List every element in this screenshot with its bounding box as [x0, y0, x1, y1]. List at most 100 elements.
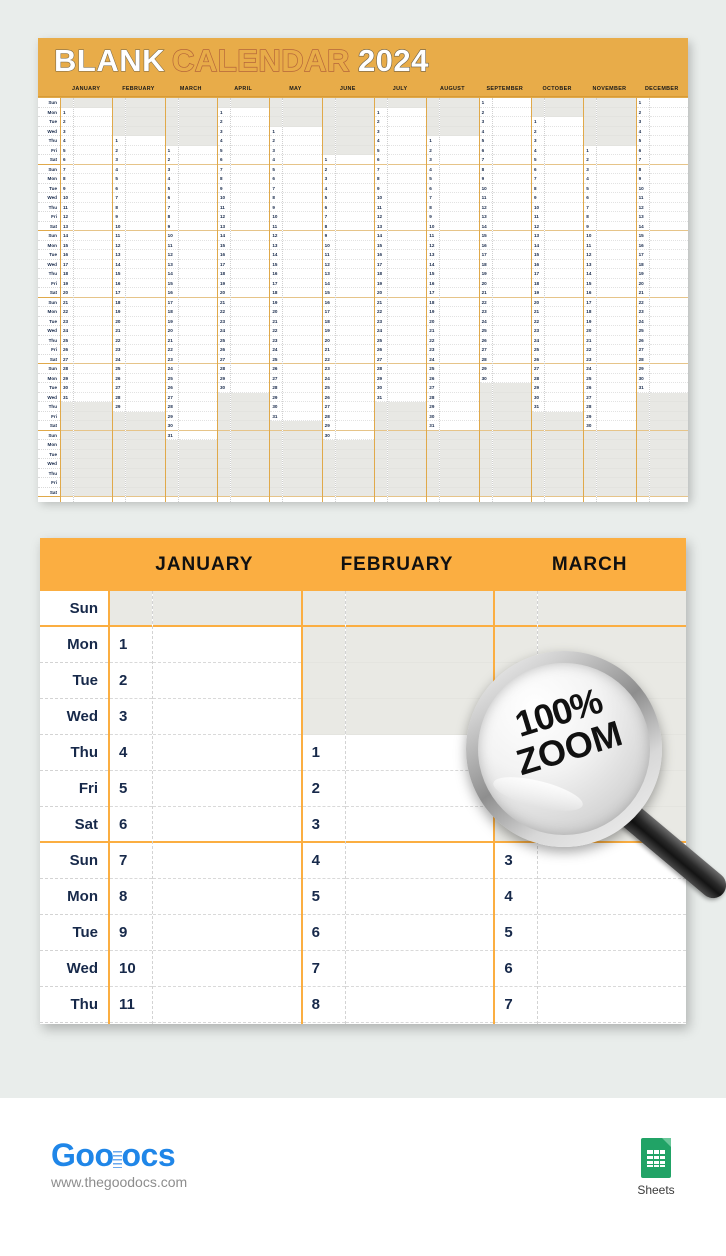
note-cell[interactable] [492, 212, 531, 222]
note-cell[interactable] [283, 174, 322, 184]
note-cell[interactable] [544, 307, 584, 317]
note-cell[interactable] [283, 155, 322, 165]
note-cell[interactable] [178, 165, 217, 174]
note-cell[interactable] [230, 193, 270, 203]
note-cell[interactable] [440, 355, 479, 364]
note-cell[interactable] [597, 317, 636, 326]
note-cell[interactable] [178, 412, 217, 421]
zoom-note-cell[interactable] [538, 843, 687, 879]
note-cell[interactable] [230, 269, 270, 279]
note-cell[interactable] [283, 250, 322, 260]
note-column[interactable] [492, 98, 531, 502]
note-cell[interactable] [230, 307, 270, 317]
note-cell[interactable] [440, 298, 479, 307]
note-cell[interactable] [230, 250, 270, 260]
note-cell[interactable] [544, 317, 584, 326]
note-column[interactable] [283, 98, 322, 502]
note-cell[interactable] [126, 355, 165, 364]
note-cell[interactable] [440, 269, 479, 279]
note-cell[interactable] [649, 250, 688, 260]
note-cell[interactable] [283, 288, 322, 298]
note-cell[interactable] [74, 279, 113, 288]
zoom-note-column[interactable] [538, 591, 687, 1024]
note-cell[interactable] [178, 374, 217, 383]
note-cell[interactable] [544, 117, 584, 127]
zoom-note-cell[interactable] [538, 951, 687, 987]
note-cell[interactable] [74, 212, 113, 222]
note-cell[interactable] [387, 393, 427, 402]
note-cell[interactable] [387, 155, 427, 165]
note-cell[interactable] [597, 412, 636, 421]
note-cell[interactable] [126, 279, 165, 288]
note-cell[interactable] [335, 326, 374, 336]
note-cell[interactable] [283, 241, 322, 250]
note-cell[interactable] [335, 165, 374, 174]
note-cell[interactable] [230, 364, 270, 374]
note-cell[interactable] [335, 317, 374, 326]
note-cell[interactable] [283, 260, 322, 269]
note-cell[interactable] [492, 307, 531, 317]
note-cell[interactable] [178, 241, 217, 250]
note-cell[interactable] [492, 98, 531, 108]
note-cell[interactable] [283, 355, 322, 364]
note-cell[interactable] [126, 212, 165, 222]
note-cell[interactable] [74, 307, 113, 317]
note-cell[interactable] [387, 165, 427, 174]
note-cell[interactable] [283, 203, 322, 212]
note-cell[interactable] [597, 393, 636, 402]
note-cell[interactable] [126, 402, 165, 412]
note-cell[interactable] [387, 307, 427, 317]
note-cell[interactable] [649, 307, 688, 317]
zoom-note-cell[interactable] [345, 807, 494, 843]
note-cell[interactable] [178, 146, 217, 155]
note-cell[interactable] [230, 326, 270, 336]
note-cell[interactable] [230, 117, 270, 127]
note-cell[interactable] [492, 250, 531, 260]
note-cell[interactable] [178, 402, 217, 412]
note-cell[interactable] [335, 402, 374, 412]
note-cell[interactable] [544, 231, 584, 241]
note-cell[interactable] [387, 260, 427, 269]
note-cell[interactable] [544, 326, 584, 336]
note-cell[interactable] [126, 165, 165, 174]
note-cell[interactable] [335, 374, 374, 383]
note-cell[interactable] [492, 146, 531, 155]
goodocs-url[interactable]: www.thegoodocs.com [51, 1174, 187, 1190]
note-column[interactable] [597, 98, 636, 502]
zoom-note-cell[interactable] [345, 879, 494, 915]
note-cell[interactable] [440, 193, 479, 203]
note-cell[interactable] [597, 421, 636, 431]
note-cell[interactable] [544, 155, 584, 165]
note-cell[interactable] [492, 288, 531, 298]
note-cell[interactable] [74, 298, 113, 307]
note-cell[interactable] [74, 184, 113, 193]
note-cell[interactable] [283, 298, 322, 307]
note-cell[interactable] [544, 355, 584, 364]
note-cell[interactable] [126, 250, 165, 260]
zoom-note-cell[interactable] [345, 987, 494, 1023]
note-cell[interactable] [544, 298, 584, 307]
note-cell[interactable] [230, 184, 270, 193]
note-cell[interactable] [440, 288, 479, 298]
note-cell[interactable] [335, 364, 374, 374]
note-cell[interactable] [387, 222, 427, 231]
note-cell[interactable] [649, 374, 688, 383]
note-cell[interactable] [440, 326, 479, 336]
note-cell[interactable] [178, 212, 217, 222]
note-cell[interactable] [597, 174, 636, 184]
note-cell[interactable] [544, 184, 584, 193]
note-column[interactable] [649, 98, 688, 502]
note-cell[interactable] [649, 336, 688, 345]
note-cell[interactable] [283, 165, 322, 174]
note-cell[interactable] [126, 374, 165, 383]
note-cell[interactable] [440, 136, 479, 146]
note-cell[interactable] [649, 298, 688, 307]
note-cell[interactable] [597, 307, 636, 317]
note-cell[interactable] [126, 146, 165, 155]
note-cell[interactable] [440, 393, 479, 402]
zoom-note-cell[interactable] [153, 987, 301, 1023]
note-cell[interactable] [440, 421, 479, 431]
note-cell[interactable] [126, 174, 165, 184]
note-cell[interactable] [440, 383, 479, 393]
note-cell[interactable] [492, 127, 531, 136]
